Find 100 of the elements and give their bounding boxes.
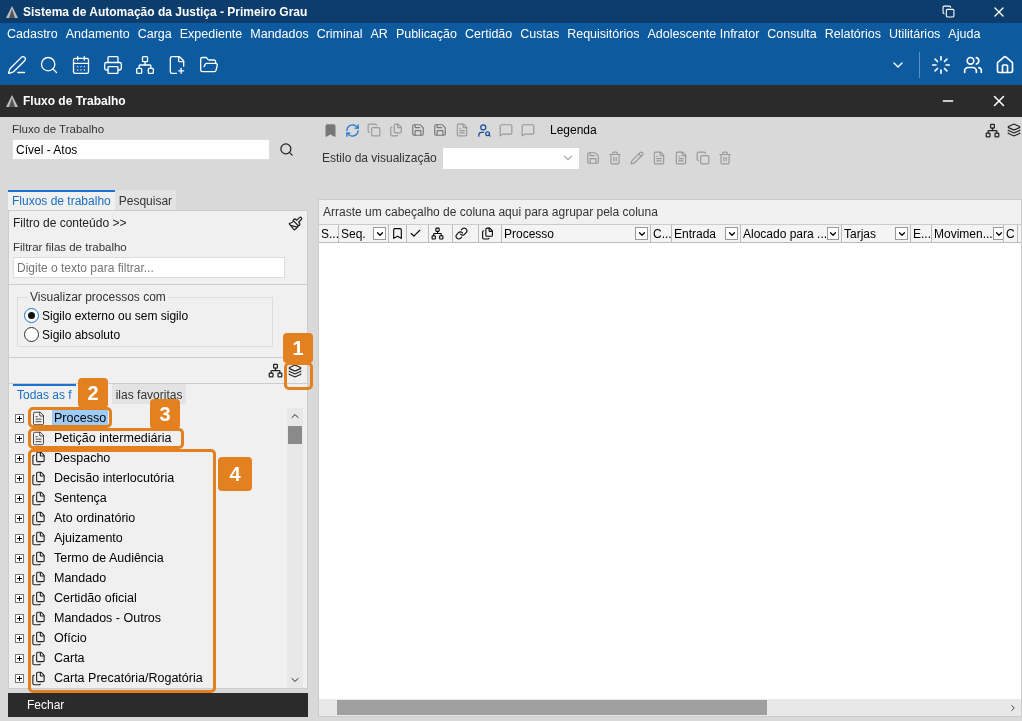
window-title: Fluxo de Trabalho bbox=[23, 94, 126, 108]
callout-badge: 1 bbox=[283, 333, 313, 363]
filter-toggle[interactable]: Filtro de conteúdo >> bbox=[13, 216, 127, 230]
clipboard-icon bbox=[30, 530, 46, 546]
menu-item[interactable]: Consulta bbox=[763, 27, 821, 41]
scrollbar-thumb[interactable] bbox=[288, 426, 302, 444]
column-header[interactable]: S... bbox=[319, 225, 339, 242]
tab[interactable]: Pesquisar bbox=[114, 190, 177, 210]
tree-item[interactable]: Ofício bbox=[52, 630, 89, 646]
filter-dropdown-icon[interactable] bbox=[635, 227, 648, 240]
calendar-icon[interactable] bbox=[70, 54, 92, 76]
menu-item[interactable]: Relatórios bbox=[820, 27, 885, 41]
bookmark-icon bbox=[391, 227, 404, 240]
loading-icon[interactable] bbox=[930, 54, 952, 76]
menu-item[interactable]: Custas bbox=[516, 27, 564, 41]
restore-icon[interactable] bbox=[941, 5, 955, 18]
legend-button[interactable]: Legenda bbox=[550, 123, 597, 137]
refresh-icon[interactable] bbox=[344, 122, 360, 138]
column-header[interactable]: Entrada bbox=[672, 225, 741, 242]
tree-item[interactable]: Certidão oficial bbox=[52, 590, 139, 606]
radio-option[interactable]: Sigilo externo ou sem sigilo bbox=[24, 308, 266, 323]
menu-item[interactable]: Ajuda bbox=[944, 27, 985, 41]
save-icon[interactable] bbox=[432, 122, 448, 138]
tree-item[interactable]: Carta bbox=[52, 650, 87, 666]
column-header[interactable]: Tarjas bbox=[842, 225, 911, 242]
filter-dropdown-icon[interactable] bbox=[827, 227, 840, 240]
filter-field[interactable]: Digite o texto para filtrar... bbox=[13, 257, 285, 278]
tree-item[interactable]: Mandado bbox=[52, 570, 109, 586]
home-icon[interactable] bbox=[994, 54, 1016, 76]
users-icon[interactable] bbox=[962, 54, 984, 76]
tree-item[interactable]: Carta Precatória/Rogatória bbox=[52, 670, 205, 686]
callout-badge: 4 bbox=[218, 457, 252, 491]
radio-option[interactable]: Sigilo absoluto bbox=[24, 327, 266, 342]
user-search-icon[interactable] bbox=[476, 122, 492, 138]
column-header[interactable] bbox=[429, 225, 453, 242]
menu-item[interactable]: Expediente bbox=[175, 27, 247, 41]
column-header[interactable]: Processo bbox=[502, 225, 651, 242]
documents-icon bbox=[481, 227, 494, 240]
save-icon[interactable] bbox=[410, 122, 426, 138]
filter-dropdown-icon[interactable] bbox=[725, 227, 738, 240]
printer-icon[interactable] bbox=[102, 54, 124, 76]
column-header[interactable] bbox=[453, 225, 479, 242]
clipboard-icon bbox=[30, 650, 46, 666]
clipboard-icon bbox=[30, 630, 46, 646]
column-header[interactable] bbox=[479, 225, 502, 242]
close-button[interactable]: Fechar bbox=[27, 698, 65, 712]
tree-item[interactable]: Ajuizamento bbox=[52, 530, 125, 546]
tree-view-icon[interactable] bbox=[267, 362, 283, 379]
filter-dropdown-icon[interactable] bbox=[992, 227, 1003, 240]
hierarchy-icon[interactable] bbox=[134, 54, 156, 76]
filter-dropdown-icon[interactable] bbox=[373, 227, 386, 240]
column-header[interactable]: Seq. bbox=[339, 225, 389, 242]
menu-item[interactable]: Utilitários bbox=[884, 27, 945, 41]
column-header[interactable]: C bbox=[1004, 225, 1018, 242]
menu-item[interactable]: Cadastro bbox=[3, 27, 62, 41]
menu-item[interactable]: Publicação bbox=[391, 27, 462, 41]
tree-item[interactable]: Petição intermediária bbox=[52, 430, 174, 446]
column-header[interactable]: Alocado para ... bbox=[741, 225, 842, 242]
tree-item[interactable]: Ato ordinatório bbox=[52, 510, 138, 526]
tree-item[interactable]: Decisão interlocutória bbox=[52, 470, 177, 486]
menu-item[interactable]: Adolescente Infrator bbox=[643, 27, 764, 41]
field-label: Filtrar filas de trabalho bbox=[13, 241, 128, 253]
logo-icon bbox=[6, 95, 18, 107]
tree-item[interactable]: Processo bbox=[52, 410, 109, 426]
group-hint: Arraste um cabeçalho de coluna aqui para agrupar pela coluna bbox=[319, 200, 1021, 225]
column-header[interactable]: C... bbox=[651, 225, 672, 242]
search-icon[interactable] bbox=[38, 54, 60, 76]
clipboard-icon bbox=[30, 470, 46, 486]
clipboard-icon bbox=[30, 670, 46, 686]
column-header[interactable] bbox=[407, 225, 429, 242]
menu-item[interactable]: Carga bbox=[133, 27, 176, 41]
column-header[interactable]: Movimen... bbox=[932, 225, 1004, 242]
tree-item[interactable]: Sentença bbox=[52, 490, 109, 506]
menu-item[interactable]: Criminal bbox=[312, 27, 367, 41]
menu-item[interactable]: AR bbox=[366, 27, 392, 41]
menu-item[interactable]: Andamento bbox=[61, 27, 134, 41]
page-icon bbox=[30, 430, 46, 446]
page-icon bbox=[30, 410, 46, 426]
scrollbar-thumb[interactable] bbox=[337, 700, 767, 715]
brush-icon[interactable] bbox=[287, 215, 303, 231]
tree-item[interactable]: Termo de Audiência bbox=[52, 550, 166, 566]
tree-item[interactable]: Despacho bbox=[52, 450, 113, 466]
search-icon[interactable] bbox=[278, 141, 294, 158]
menu-item[interactable]: Certidão bbox=[461, 27, 517, 41]
filter-dropdown-icon[interactable] bbox=[895, 227, 908, 240]
clipboard-icon bbox=[30, 570, 46, 586]
callout-badge: 3 bbox=[150, 399, 180, 429]
field-label: Fluxo de Trabalho bbox=[12, 123, 106, 135]
tab[interactable]: Fluxos de trabalho bbox=[8, 190, 115, 210]
menu-item[interactable]: Requisitórios bbox=[563, 27, 644, 41]
pen-icon[interactable] bbox=[6, 54, 28, 76]
workflow-field[interactable]: Cível - Atos bbox=[12, 139, 270, 160]
column-header[interactable]: E... bbox=[911, 225, 932, 242]
tab[interactable]: ilas favoritas bbox=[111, 384, 187, 404]
tree-item[interactable]: Mandados - Outros bbox=[52, 610, 163, 626]
clipboard-icon bbox=[30, 610, 46, 626]
tree-view-icon[interactable] bbox=[984, 122, 1000, 138]
check-icon bbox=[409, 227, 422, 240]
field-label: Estilo da visualização bbox=[322, 151, 437, 165]
menu-item[interactable]: Mandados bbox=[246, 27, 313, 41]
